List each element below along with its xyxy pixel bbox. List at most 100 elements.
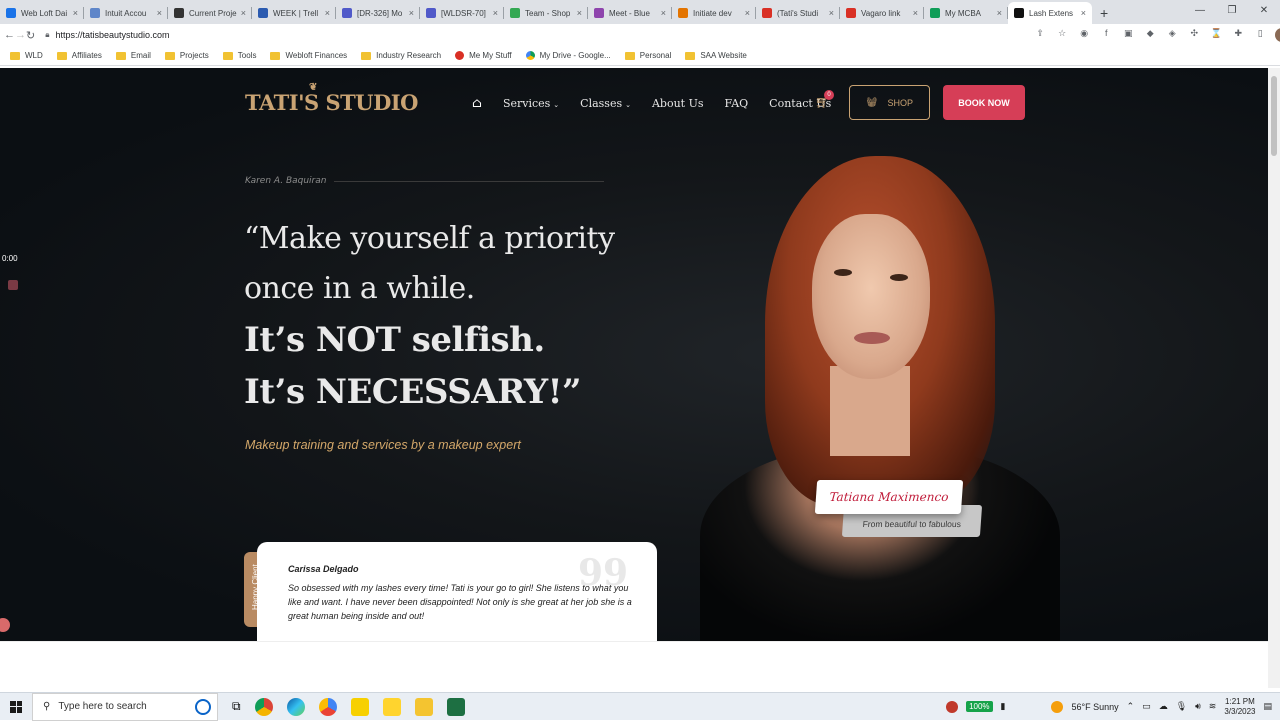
bookmark-item[interactable]: Projects (164, 51, 209, 60)
volume-icon[interactable]: 🔊︎ (1195, 701, 1201, 712)
new-tab-button[interactable]: + (1100, 2, 1108, 24)
bookmark-item[interactable]: Industry Research (361, 51, 441, 60)
favicon-icon (1014, 8, 1024, 18)
minimize-icon[interactable]: — (1184, 0, 1216, 22)
forward-icon[interactable]: → (15, 29, 26, 41)
back-icon[interactable]: ← (4, 29, 15, 41)
close-tab-icon[interactable]: × (745, 8, 750, 18)
search-placeholder: Type here to search (58, 701, 147, 712)
microphone-icon[interactable]: 🎙︎ (1176, 701, 1187, 712)
formula-extension-icon[interactable]: f (1099, 28, 1113, 42)
bookmark-item[interactable]: Personal (624, 51, 671, 60)
browser-tab[interactable]: Team - Shop × (504, 2, 588, 24)
extension-icon[interactable]: ◉ (1077, 28, 1091, 42)
close-tab-icon[interactable]: × (577, 8, 582, 18)
file-explorer-icon[interactable] (414, 697, 433, 716)
bookmark-item[interactable]: Webloft Finances (270, 51, 347, 60)
browser-tab[interactable]: Web Loft Dai × (0, 2, 84, 24)
close-tab-icon[interactable]: × (409, 8, 414, 18)
url-input[interactable]: 🔒︎ https://tatisbeautystudio.com (45, 26, 1026, 44)
side-panel-icon[interactable]: ▯ (1253, 28, 1267, 42)
bookmark-item[interactable]: Affiliates (56, 51, 102, 60)
shop-button[interactable]: 🧺︎ SHOP (849, 85, 930, 120)
cart-icon[interactable]: 🛒︎ 0 (815, 90, 834, 111)
nav-faq[interactable]: FAQ (725, 97, 749, 110)
nav-classes-label: Classes (580, 97, 623, 110)
bookmark-item[interactable]: Tools (222, 51, 256, 60)
browser-tab[interactable]: [DR-326] Mo × (336, 2, 420, 24)
favicon-icon (90, 8, 100, 18)
bookmark-item[interactable]: My Drive - Google... (525, 51, 611, 60)
task-view-icon[interactable]: ⧉ (232, 699, 241, 714)
close-tab-icon[interactable]: × (997, 8, 1002, 18)
cortana-icon[interactable] (195, 698, 211, 715)
browser-tab[interactable]: My MCBA × (924, 2, 1008, 24)
bookmark-item[interactable]: WLD (10, 51, 43, 60)
reload-icon[interactable]: ↻ (26, 29, 35, 42)
browser-tab[interactable]: Vagaro link × (840, 2, 924, 24)
nav-services[interactable]: Services ⌄ (503, 97, 559, 110)
close-tab-icon[interactable]: × (1081, 8, 1086, 18)
bookmark-star-icon[interactable]: ☆ (1055, 28, 1069, 42)
bookmark-item[interactable]: Email (115, 51, 151, 60)
close-tab-icon[interactable]: × (157, 8, 162, 18)
chevron-up-icon[interactable]: ⌃ (1127, 701, 1135, 712)
browser-tab[interactable]: Current Proje × (168, 2, 252, 24)
nav-about[interactable]: About Us (652, 97, 704, 110)
share-icon[interactable]: ⇪ (1033, 28, 1047, 42)
browser-tab[interactable]: (Tati's Studi × (756, 2, 840, 24)
close-tab-icon[interactable]: × (829, 8, 834, 18)
nav-classes[interactable]: Classes ⌄ (580, 97, 631, 110)
close-tab-icon[interactable]: × (325, 8, 330, 18)
avatar[interactable] (1275, 28, 1280, 42)
browser-tab[interactable]: WEEK | Trell × (252, 2, 336, 24)
restore-icon[interactable]: ❐ (1216, 0, 1248, 22)
weather-text[interactable]: 56°F Sunny (1071, 702, 1118, 712)
browser-tab[interactable]: Initiate dev × (672, 2, 756, 24)
browser-tab[interactable]: Meet - Blue × (588, 2, 672, 24)
portrait-neck (830, 366, 910, 456)
browser-tab[interactable]: [WLDSR-70] × (420, 2, 504, 24)
book-now-button[interactable]: BOOK NOW (943, 85, 1025, 120)
sticky-notes-icon[interactable] (350, 697, 369, 716)
close-window-icon[interactable]: ✕ (1248, 0, 1280, 22)
extension-icon[interactable]: ◈ (1165, 28, 1179, 42)
close-tab-icon[interactable]: × (241, 8, 246, 18)
quote-line-2: once in a while. (244, 271, 475, 306)
close-tab-icon[interactable]: × (493, 8, 498, 18)
usb-icon[interactable]: ▮ (1001, 701, 1006, 712)
bookmark-item[interactable]: SAA Website (685, 51, 747, 60)
security-icon[interactable] (946, 700, 959, 713)
close-tab-icon[interactable]: × (73, 8, 78, 18)
bookmark-item[interactable]: Me My Stuff (455, 51, 512, 60)
wifi-icon[interactable]: ≋ (1209, 701, 1217, 712)
clock[interactable]: 1:21 PM 3/3/2023 (1224, 697, 1255, 717)
scrollbar-thumb[interactable] (1271, 76, 1277, 156)
site-logo[interactable]: ❦ TATI'S STUDIO (245, 82, 418, 115)
network-icon[interactable]: ▭ (1142, 701, 1151, 712)
start-button[interactable] (0, 693, 32, 721)
chrome-icon[interactable] (254, 697, 273, 716)
browser-tab[interactable]: Lash Extens × (1008, 2, 1092, 24)
edge-icon[interactable] (286, 697, 305, 716)
folder-icon (222, 51, 233, 60)
record-stop-icon[interactable] (8, 280, 18, 290)
extension-icon[interactable]: ✣ (1187, 28, 1201, 42)
extension-icon[interactable]: ⌛ (1209, 28, 1223, 42)
taskbar-search[interactable]: ⚲ Type here to search (32, 692, 218, 721)
puzzle-icon[interactable]: ✚ (1231, 28, 1245, 42)
page-scrollbar[interactable] (1268, 68, 1280, 688)
extension-icon[interactable]: ◆ (1143, 28, 1157, 42)
tab-title: Initiate dev (693, 8, 732, 18)
close-tab-icon[interactable]: × (913, 8, 918, 18)
excel-icon[interactable] (446, 697, 465, 716)
notifications-icon[interactable]: ▤ (1263, 701, 1272, 712)
chrome-alt-icon[interactable] (318, 697, 337, 716)
home-icon[interactable]: ⌂ (472, 96, 482, 111)
battery-indicator[interactable]: 100% (966, 701, 993, 712)
camera-extension-icon[interactable]: ▣ (1121, 28, 1135, 42)
notes-icon[interactable] (382, 697, 401, 716)
browser-tab[interactable]: Intuit Accou × (84, 2, 168, 24)
cloud-icon[interactable]: ☁ (1159, 701, 1168, 712)
close-tab-icon[interactable]: × (661, 8, 666, 18)
